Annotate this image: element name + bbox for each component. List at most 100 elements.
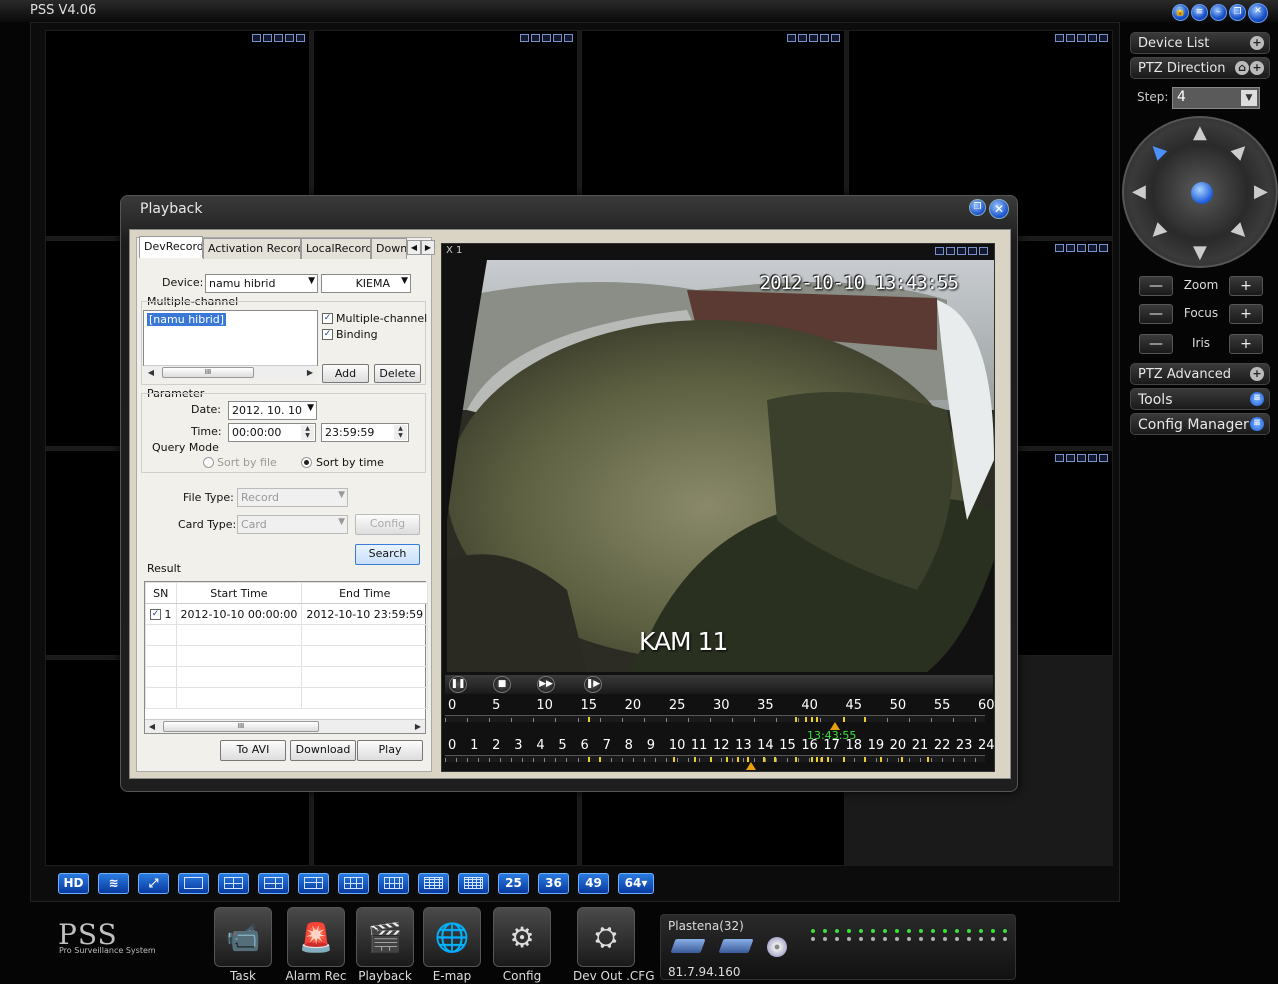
timeline-cursor[interactable] [746, 762, 757, 770]
close-icon[interactable]: ✕ [989, 199, 1009, 219]
lock-icon[interactable]: 🔒 [1172, 4, 1189, 21]
record-icon[interactable] [1066, 453, 1075, 462]
device-select[interactable]: namu hibrid ▼ [205, 274, 318, 293]
restore-icon[interactable]: ❐ [969, 199, 986, 216]
expand-icon[interactable]: + [1250, 367, 1264, 381]
chevron-down-icon[interactable]: ▼ [1241, 90, 1257, 106]
minute-timeline[interactable] [445, 715, 985, 730]
restore-icon[interactable]: ❐ [1229, 4, 1246, 21]
pause-icon[interactable]: ❚❚ [449, 676, 467, 693]
config-manager-header[interactable]: Config Manager ≡ [1130, 413, 1270, 435]
iris-plus-button[interactable]: + [1229, 334, 1263, 354]
column-header[interactable]: End Time [301, 582, 429, 604]
ptz-direction-header[interactable]: PTZ Direction ⌂ + [1130, 57, 1270, 79]
config-button[interactable]: Config [355, 514, 420, 535]
spinner-icon[interactable]: ▲ ▼ [394, 425, 407, 440]
record-icon[interactable] [1066, 34, 1075, 42]
dock-alarm-rec[interactable]: 🚨 Alarm Rec [285, 907, 347, 984]
layout-13-button[interactable] [378, 873, 409, 894]
step-frame-icon[interactable]: ❚▶ [584, 676, 602, 693]
end-time-input[interactable]: 23:59:59 ▲ ▼ [321, 423, 409, 442]
audio-icon[interactable] [1088, 34, 1097, 42]
zoom-icon[interactable] [809, 34, 819, 42]
date-picker[interactable]: 2012. 10. 10 ▼ [228, 401, 317, 420]
scroll-right-icon[interactable]: ▶ [303, 366, 317, 379]
snapshot-icon[interactable] [1055, 34, 1064, 42]
stop-icon[interactable]: ■ [493, 676, 511, 693]
tab-activation-record[interactable]: Activation Record [203, 238, 301, 259]
close-icon[interactable] [1099, 34, 1108, 42]
audio-icon[interactable] [552, 34, 562, 42]
sequence-button[interactable]: ≋ [98, 873, 129, 894]
layout-36-button[interactable]: 36 [538, 873, 569, 894]
focus-minus-button[interactable]: — [1139, 304, 1173, 324]
expand-icon[interactable]: + [1250, 36, 1264, 50]
list-icon[interactable]: ≡ [1191, 4, 1208, 21]
audio-icon[interactable] [1088, 243, 1097, 252]
start-time-input[interactable]: 00:00:00 ▲ ▼ [228, 423, 316, 442]
audio-icon[interactable] [820, 34, 830, 42]
column-header[interactable]: SN [145, 582, 177, 604]
audio-icon[interactable] [1088, 453, 1097, 462]
ptz-down-left-icon[interactable]: ▲ [1145, 220, 1170, 245]
tab-scroll-left-icon[interactable]: ◀ [407, 240, 421, 255]
to-avi-button[interactable]: To AVI [220, 740, 286, 761]
card-type-select[interactable]: Card ▼ [237, 515, 348, 534]
close-icon[interactable] [295, 34, 305, 42]
result-scrollbar[interactable]: ◀ III ▶ [145, 719, 425, 733]
scroll-thumb[interactable]: III [162, 367, 254, 378]
scroll-right-icon[interactable]: ▶ [411, 720, 425, 733]
zoom-icon[interactable] [1077, 453, 1086, 462]
tab-scroll-right-icon[interactable]: ▶ [421, 240, 435, 255]
dock-dev-out-cfg[interactable]: ⛭ Dev Out .CFG [573, 907, 655, 984]
snapshot-icon[interactable] [1055, 243, 1064, 252]
column-header[interactable]: Start Time [175, 582, 303, 604]
file-type-select[interactable]: Record ▼ [237, 488, 348, 507]
layout-8-button[interactable] [298, 873, 329, 894]
multiple-channel-checkbox[interactable]: ✓ [322, 313, 333, 324]
search-button[interactable]: Search [355, 544, 420, 565]
zoom-icon[interactable] [957, 247, 966, 255]
close-icon[interactable] [1099, 243, 1108, 252]
fast-forward-icon[interactable]: ▶▶ [537, 676, 555, 693]
spinner-icon[interactable]: ▲ ▼ [301, 425, 314, 440]
sort-by-file-radio[interactable] [203, 457, 214, 468]
lock-small-icon[interactable]: ⌂ [1235, 61, 1249, 75]
ptz-down-right-icon[interactable]: ▲ [1229, 220, 1254, 245]
sort-by-time-radio[interactable] [301, 457, 312, 468]
close-icon[interactable] [831, 34, 841, 42]
add-button[interactable]: Add [322, 364, 369, 383]
layout-9-button[interactable] [338, 873, 369, 894]
zoom-icon[interactable] [1077, 243, 1086, 252]
focus-plus-button[interactable]: + [1229, 304, 1263, 324]
binding-checkbox[interactable]: ✓ [322, 329, 333, 340]
hd-button[interactable]: HD [58, 873, 89, 894]
zoom-icon[interactable] [541, 34, 551, 42]
record-icon[interactable] [262, 34, 272, 42]
close-icon[interactable] [979, 247, 988, 255]
ptz-up-icon[interactable]: ▲ [1193, 122, 1207, 143]
step-select[interactable]: 4 ▼ [1172, 87, 1260, 109]
ptz-up-right-icon[interactable]: ▲ [1229, 138, 1254, 163]
expand-icon[interactable]: + [1250, 61, 1264, 75]
tools-header[interactable]: Tools ≡ [1130, 388, 1270, 410]
record-icon[interactable] [798, 34, 808, 42]
tab-devrecord[interactable]: DevRecord [139, 236, 203, 258]
layout-6-button[interactable] [258, 873, 289, 894]
play-button[interactable]: Play [357, 740, 423, 761]
zoom-in-button[interactable]: + [1229, 276, 1263, 296]
layout-1-button[interactable] [178, 873, 209, 894]
channel-item[interactable]: [namu hibrid] [147, 313, 227, 326]
ptz-down-icon[interactable]: ▼ [1193, 242, 1207, 263]
channel-list[interactable]: [namu hibrid] ◀ III ▶ [143, 310, 318, 379]
snapshot-icon[interactable] [519, 34, 529, 42]
dock-playback[interactable]: 🎬 Playback [354, 907, 416, 984]
layout-49-button[interactable]: 49 [578, 873, 609, 894]
zoom-icon[interactable] [273, 34, 283, 42]
ptz-left-icon[interactable]: ◀ [1132, 181, 1146, 202]
close-icon[interactable] [1099, 453, 1108, 462]
zoom-out-button[interactable]: — [1139, 276, 1173, 296]
layout-4-button[interactable] [218, 873, 249, 894]
zoom-icon[interactable] [1077, 34, 1086, 42]
hour-timeline[interactable] [445, 755, 985, 770]
